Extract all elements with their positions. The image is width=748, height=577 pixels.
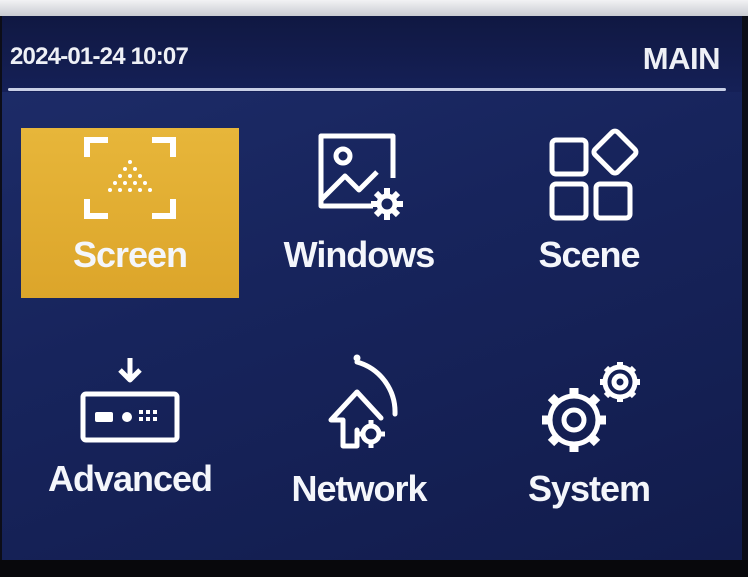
menu-label-network: Network [291, 468, 427, 509]
system-icon [542, 362, 640, 452]
menu-item-scene[interactable]: Scene [480, 128, 698, 298]
datetime-label: 2024-01-24 10:07 [10, 43, 189, 70]
menu-label-system: System [527, 468, 651, 509]
device-bezel [0, 0, 748, 16]
menu-item-system[interactable]: System [480, 352, 698, 522]
menu-item-windows[interactable]: Windows [250, 128, 468, 298]
menu-item-screen[interactable]: Screen [21, 128, 239, 298]
header-divider [8, 88, 726, 91]
windows-icon [318, 133, 403, 220]
menu-label-windows: Windows [283, 234, 436, 275]
menu-item-advanced[interactable]: Advanced [21, 352, 239, 522]
menu-label-screen: Screen [72, 234, 188, 275]
menu-label-advanced: Advanced [47, 458, 213, 499]
menu-label-scene: Scene [538, 234, 640, 275]
menu-item-network[interactable]: Network [250, 352, 468, 522]
scene-icon [549, 128, 639, 221]
device-bezel-bottom [0, 560, 748, 577]
network-icon [328, 354, 398, 449]
device-screen: 2024-01-24 10:07 MAIN Screen Windows Sce… [2, 16, 742, 560]
status-header: 2024-01-24 10:07 MAIN [2, 16, 742, 92]
page-title: MAIN [642, 41, 721, 76]
screen-icon [84, 137, 176, 219]
advanced-icon [80, 358, 180, 443]
